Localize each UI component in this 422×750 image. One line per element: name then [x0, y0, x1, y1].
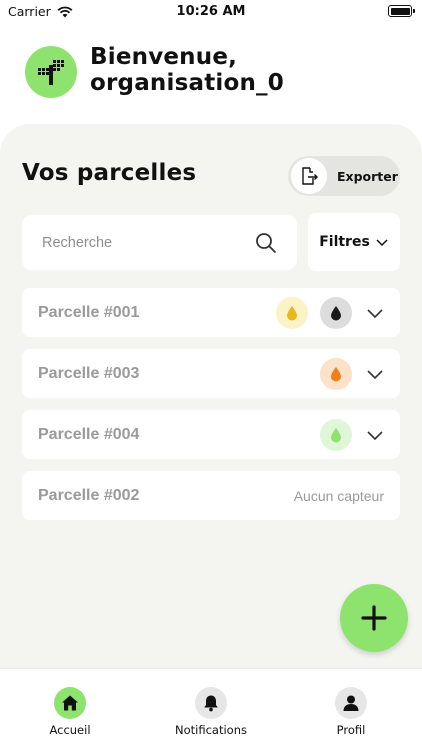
- expand-chevron[interactable]: [366, 307, 384, 319]
- nav-icon-wrap: [195, 687, 227, 719]
- chevron-down-icon: [367, 430, 383, 440]
- status-time: 10:26 AM: [176, 4, 246, 19]
- sensor-badge: [320, 418, 352, 451]
- section-title: Vos parcelles: [22, 160, 197, 186]
- organisation-avatar: [25, 46, 77, 98]
- welcome-line: Bienvenue,: [90, 44, 238, 70]
- parcel-row[interactable]: Parcelle #001: [22, 288, 400, 337]
- nav-label: Accueil: [49, 723, 91, 737]
- expand-chevron[interactable]: [366, 429, 384, 441]
- search-input[interactable]: [42, 234, 255, 251]
- nav-item-profile[interactable]: Profil: [301, 687, 401, 737]
- chevron-down-icon: [367, 308, 383, 318]
- search-box[interactable]: [22, 215, 297, 270]
- parcel-row[interactable]: Parcelle #003: [22, 349, 400, 398]
- plant-logo-icon: [38, 60, 64, 85]
- nav-icon-wrap: [335, 687, 367, 719]
- no-sensor-label: Aucun capteur: [293, 487, 384, 504]
- drop-icon: [287, 305, 297, 320]
- sensor-badge: [320, 296, 352, 329]
- user-icon: [343, 695, 359, 711]
- chevron-down-icon: [367, 369, 383, 379]
- add-parcel-button[interactable]: [340, 584, 408, 652]
- nav-label: Profil: [336, 723, 366, 737]
- plus-icon: [361, 605, 387, 631]
- drop-icon: [331, 305, 341, 320]
- bell-icon: [204, 695, 218, 712]
- welcome-message: Bienvenue, organisation_0: [90, 44, 284, 96]
- chevron-down-icon: [376, 239, 388, 247]
- search-icon[interactable]: [255, 232, 277, 254]
- export-icon-wrap: [291, 158, 327, 194]
- sensor-badge: [276, 296, 308, 329]
- parcel-name: Parcelle #003: [38, 364, 140, 382]
- filter-label: Filtres: [319, 234, 370, 250]
- status-bar: Carrier 10:26 AM: [0, 0, 422, 24]
- bottom-nav: Accueil Notifications Profil: [0, 668, 422, 750]
- parcel-name: Parcelle #001: [38, 303, 140, 321]
- nav-icon-wrap: [54, 687, 86, 719]
- parcel-row[interactable]: Parcelle #002 Aucun capteur: [22, 471, 400, 520]
- parcel-name: Parcelle #004: [38, 425, 140, 443]
- parcel-name: Parcelle #002: [38, 486, 140, 504]
- nav-item-notifications[interactable]: Notifications: [161, 687, 261, 737]
- battery-icon: [388, 5, 415, 17]
- drop-icon: [331, 366, 341, 381]
- export-label: Exporter: [337, 168, 398, 184]
- export-button[interactable]: Exporter: [288, 156, 400, 196]
- home-icon: [62, 695, 78, 711]
- parcel-row[interactable]: Parcelle #004: [22, 410, 400, 459]
- organisation-name: organisation_0: [90, 70, 284, 96]
- drop-icon: [331, 427, 341, 442]
- sensor-badge: [320, 357, 352, 390]
- nav-label: Notifications: [175, 723, 247, 737]
- export-icon: [302, 167, 318, 185]
- expand-chevron[interactable]: [366, 368, 384, 380]
- nav-item-home[interactable]: Accueil: [20, 687, 120, 737]
- filter-button[interactable]: Filtres: [308, 213, 400, 271]
